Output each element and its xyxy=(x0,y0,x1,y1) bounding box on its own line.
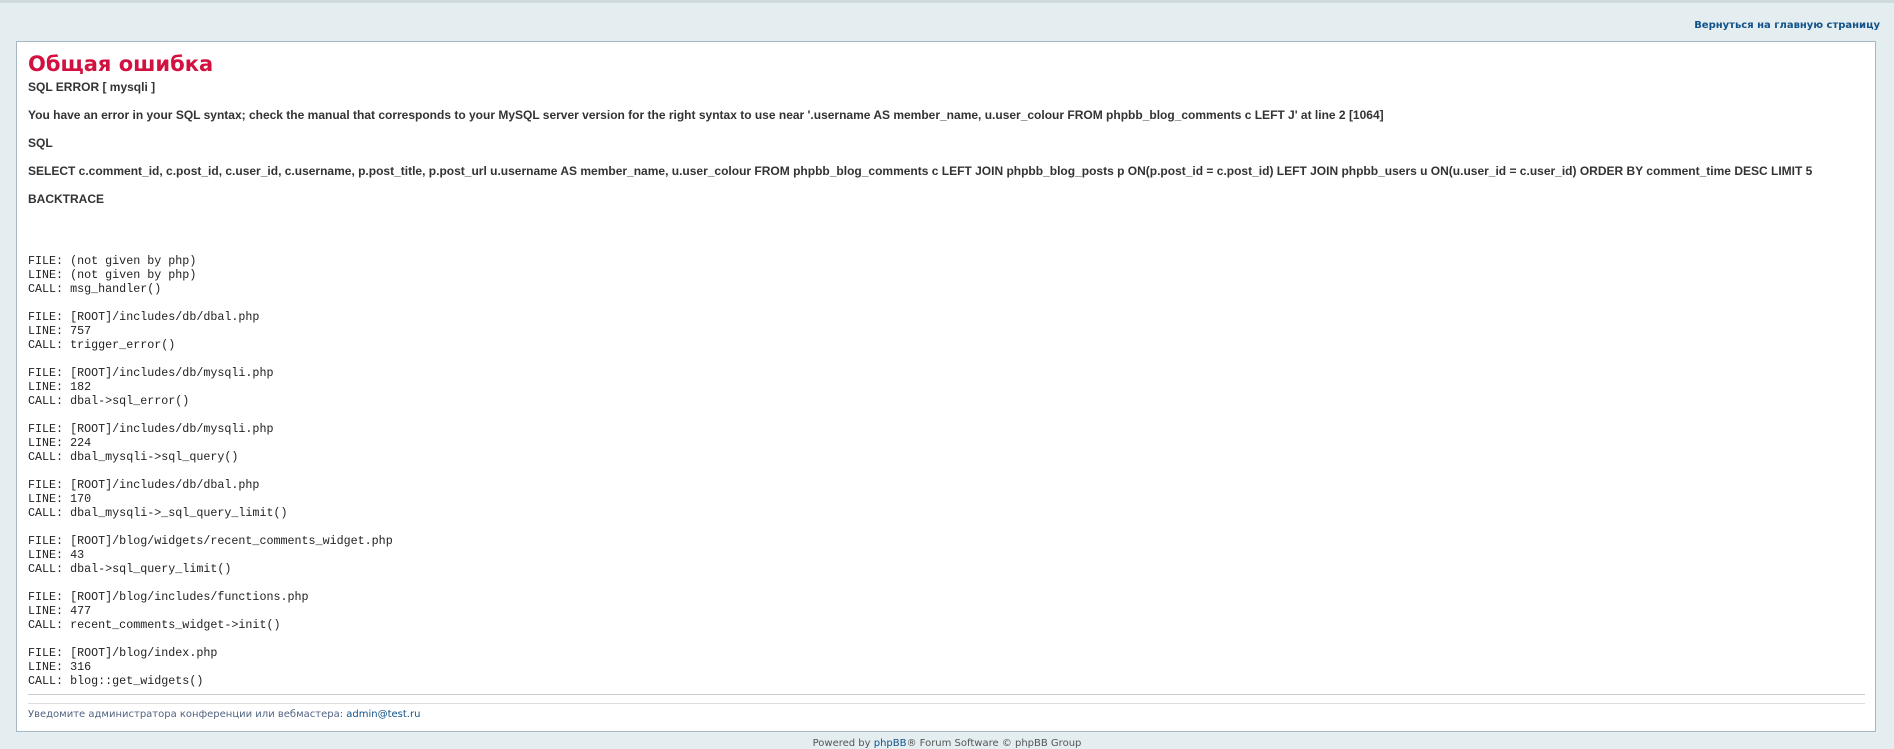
backtrace-call: CALL: dbal->sql_error() xyxy=(28,394,190,408)
footer-suffix: ® Forum Software © phpBB Group xyxy=(906,738,1082,749)
backtrace-call: CALL: trigger_error() xyxy=(28,338,176,352)
backtrace-call: CALL: blog::get_widgets() xyxy=(28,674,204,688)
backtrace-entry: FILE: [ROOT]/blog/includes/functions.php… xyxy=(28,590,309,632)
footer-credit: Powered by phpBB® Forum Software © phpBB… xyxy=(0,738,1894,749)
backtrace-line: LINE: (not given by php) xyxy=(28,268,197,282)
backtrace-line: LINE: 182 xyxy=(28,380,92,394)
backtrace-call: CALL: dbal_mysqli->sql_query() xyxy=(28,450,239,464)
error-panel: Общая ошибка SQL ERROR [ mysqli ] You ha… xyxy=(16,41,1876,732)
backtrace-file: FILE: (not given by php) xyxy=(28,254,197,268)
backtrace-line: LINE: 43 xyxy=(28,548,85,562)
sql-label: SQL xyxy=(28,136,53,150)
backtrace-file: FILE: [ROOT]/blog/index.php xyxy=(28,646,218,660)
error-message: You have an error in your SQL syntax; ch… xyxy=(28,108,1384,122)
sql-error-line: SQL ERROR [ mysqli ] xyxy=(28,80,156,94)
page-title: Общая ошибка xyxy=(28,52,214,76)
footer-prefix: Powered by xyxy=(812,738,874,749)
divider xyxy=(28,694,1865,695)
admin-email-link[interactable]: admin@test.ru xyxy=(346,709,420,720)
backtrace-call: CALL: dbal_mysqli->_sql_query_limit() xyxy=(28,506,288,520)
backtrace-line: LINE: 170 xyxy=(28,492,92,506)
backtrace-line: LINE: 316 xyxy=(28,660,92,674)
top-strip xyxy=(0,0,1894,3)
backtrace-file: FILE: [ROOT]/blog/includes/functions.php xyxy=(28,590,309,604)
backtrace-file: FILE: [ROOT]/blog/widgets/recent_comment… xyxy=(28,534,393,548)
admin-notice-text: Уведомите администратора конференции или… xyxy=(28,709,347,720)
backtrace-entry: FILE: [ROOT]/blog/index.php LINE: 316 CALL… xyxy=(28,646,217,688)
backtrace-entry: FILE: [ROOT]/includes/db/dbal.php LINE: 7… xyxy=(28,310,259,352)
phpbb-link[interactable]: phpBB xyxy=(874,738,907,749)
backtrace-entry: FILE: [ROOT]/includes/db/mysqli.php LINE:… xyxy=(28,366,273,408)
backtrace-entry: FILE: [ROOT]/includes/db/mysqli.php LINE:… xyxy=(28,422,273,464)
admin-notice: Уведомите администратора конференции или… xyxy=(28,709,420,720)
sql-query: SELECT c.comment_id, c.post_id, c.user_i… xyxy=(28,164,1813,178)
divider xyxy=(28,703,1865,704)
backtrace-call: CALL: dbal->sql_query_limit() xyxy=(28,562,232,576)
backtrace-line: LINE: 757 xyxy=(28,324,92,338)
backtrace-entry: FILE: [ROOT]/blog/widgets/recent_comment… xyxy=(28,534,393,576)
backtrace-file: FILE: [ROOT]/includes/db/dbal.php xyxy=(28,478,260,492)
backtrace-entry: FILE: (not given by php) LINE: (not given… xyxy=(28,254,196,296)
home-page-link[interactable]: Вернуться на главную страницу xyxy=(1694,20,1880,31)
backtrace-call: CALL: recent_comments_widget->init() xyxy=(28,618,281,632)
backtrace-call: CALL: msg_handler() xyxy=(28,282,162,296)
backtrace-entry: FILE: [ROOT]/includes/db/dbal.php LINE: 1… xyxy=(28,478,288,520)
backtrace-label: BACKTRACE xyxy=(28,192,104,206)
backtrace-file: FILE: [ROOT]/includes/db/dbal.php xyxy=(28,310,260,324)
backtrace-line: LINE: 224 xyxy=(28,436,92,450)
backtrace-line: LINE: 477 xyxy=(28,604,92,618)
backtrace-file: FILE: [ROOT]/includes/db/mysqli.php xyxy=(28,366,274,380)
backtrace-file: FILE: [ROOT]/includes/db/mysqli.php xyxy=(28,422,274,436)
